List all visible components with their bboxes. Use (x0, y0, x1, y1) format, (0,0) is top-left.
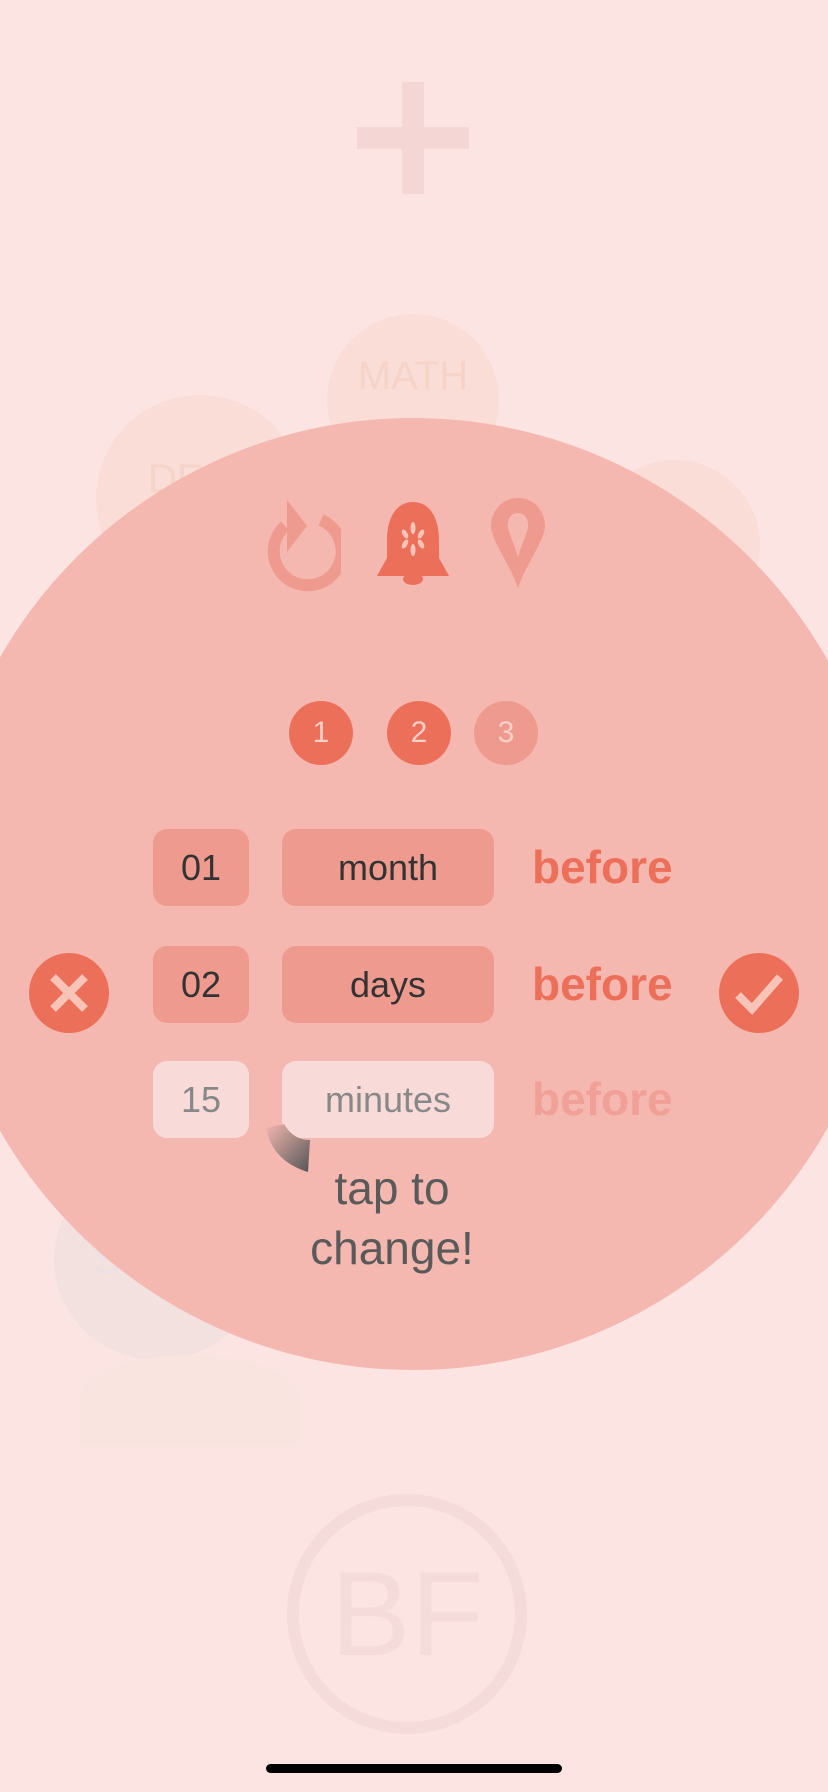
step-2[interactable]: 2 (387, 701, 451, 765)
profile-button[interactable]: BF (287, 1494, 527, 1734)
step-label: 2 (410, 716, 428, 749)
checkmark-icon (735, 974, 784, 1015)
reminder-1-value[interactable]: 01 (153, 829, 249, 906)
location-pin-icon[interactable] (489, 496, 547, 590)
reminder-1-suffix: before (532, 841, 673, 893)
home-indicator[interactable] (266, 1764, 562, 1773)
reminder-2-value[interactable]: 02 (153, 946, 249, 1023)
reminder-1-unit[interactable]: month (282, 829, 494, 906)
bubble-label: MATH (357, 354, 469, 398)
reminder-3-suffix: before (532, 1073, 673, 1125)
repeat-icon[interactable] (255, 496, 341, 592)
subject-bubble-reflection (80, 1355, 300, 1445)
bell-icon[interactable] (373, 500, 453, 586)
reminder-2-suffix: before (532, 958, 673, 1010)
profile-initials: BF (330, 1547, 484, 1681)
step-label: 3 (497, 716, 515, 749)
reminder-3-unit[interactable]: minutes (282, 1061, 494, 1138)
step-label: 1 (312, 716, 330, 749)
confirm-button[interactable] (719, 953, 799, 1033)
step-3[interactable]: 3 (474, 701, 538, 765)
hint-text-line2: change! (310, 1222, 474, 1274)
close-icon (50, 974, 88, 1012)
hint-text-line1: tap to (334, 1162, 450, 1214)
cancel-button[interactable] (29, 953, 109, 1033)
step-1[interactable]: 1 (289, 701, 353, 765)
reminder-3-value[interactable]: 15 (153, 1061, 249, 1138)
reminder-2-unit[interactable]: days (282, 946, 494, 1023)
add-icon-bar (357, 127, 469, 149)
